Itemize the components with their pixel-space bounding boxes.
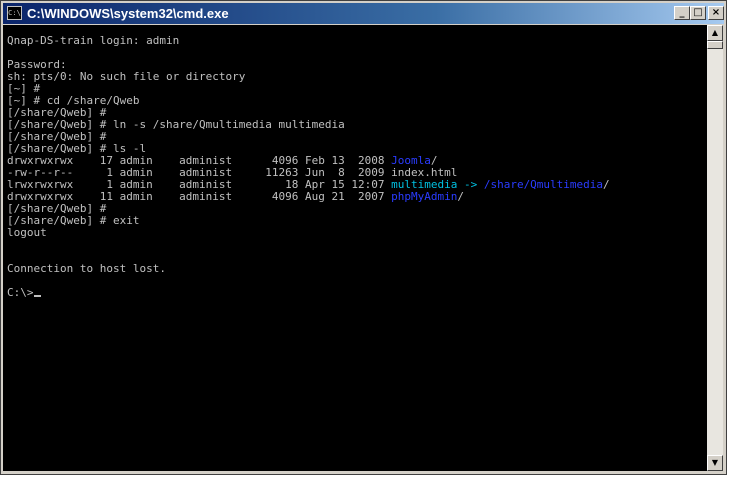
console-text: logout [7, 226, 47, 239]
maximize-button[interactable]: □ [690, 6, 706, 20]
console-link-text: phpMyAdmin [391, 190, 458, 203]
console-text: Qnap-DS-train login: admin [7, 34, 180, 47]
vertical-scrollbar[interactable]: ▲ ▼ [707, 25, 723, 471]
console-line: Connection to host lost. [7, 263, 166, 275]
console-line: sh: pts/0: No such file or directory [7, 71, 245, 83]
console-line: C:\> [7, 287, 41, 299]
console-text: sh: pts/0: No such file or directory [7, 70, 246, 83]
cmd-app-icon[interactable]: C:\ [7, 6, 22, 20]
scroll-down-button[interactable]: ▼ [707, 455, 723, 471]
close-button[interactable]: × [708, 6, 724, 20]
console-text: / [603, 178, 610, 191]
console-line: logout [7, 227, 47, 239]
cmd-window: C:\ C:\WINDOWS\system32\cmd.exe _ □ × Qn… [0, 0, 727, 475]
console-text: / [457, 190, 464, 203]
console-line: Qnap-DS-train login: admin [7, 35, 179, 47]
text-cursor [33, 295, 41, 297]
window-title: C:\WINDOWS\system32\cmd.exe [27, 6, 229, 21]
console-link-text: /share/Qmultimedia [483, 178, 604, 191]
minimize-button[interactable]: _ [674, 6, 690, 20]
scroll-up-button[interactable]: ▲ [707, 25, 723, 41]
console-output[interactable]: Qnap-DS-train login: admin Password: sh: p… [3, 25, 707, 471]
scroll-thumb[interactable] [707, 41, 723, 49]
console-text: Connection to host lost. [7, 262, 166, 275]
console-text: C:\> [7, 286, 34, 299]
title-bar[interactable]: C:\ C:\WINDOWS\system32\cmd.exe _ □ × [3, 3, 724, 24]
